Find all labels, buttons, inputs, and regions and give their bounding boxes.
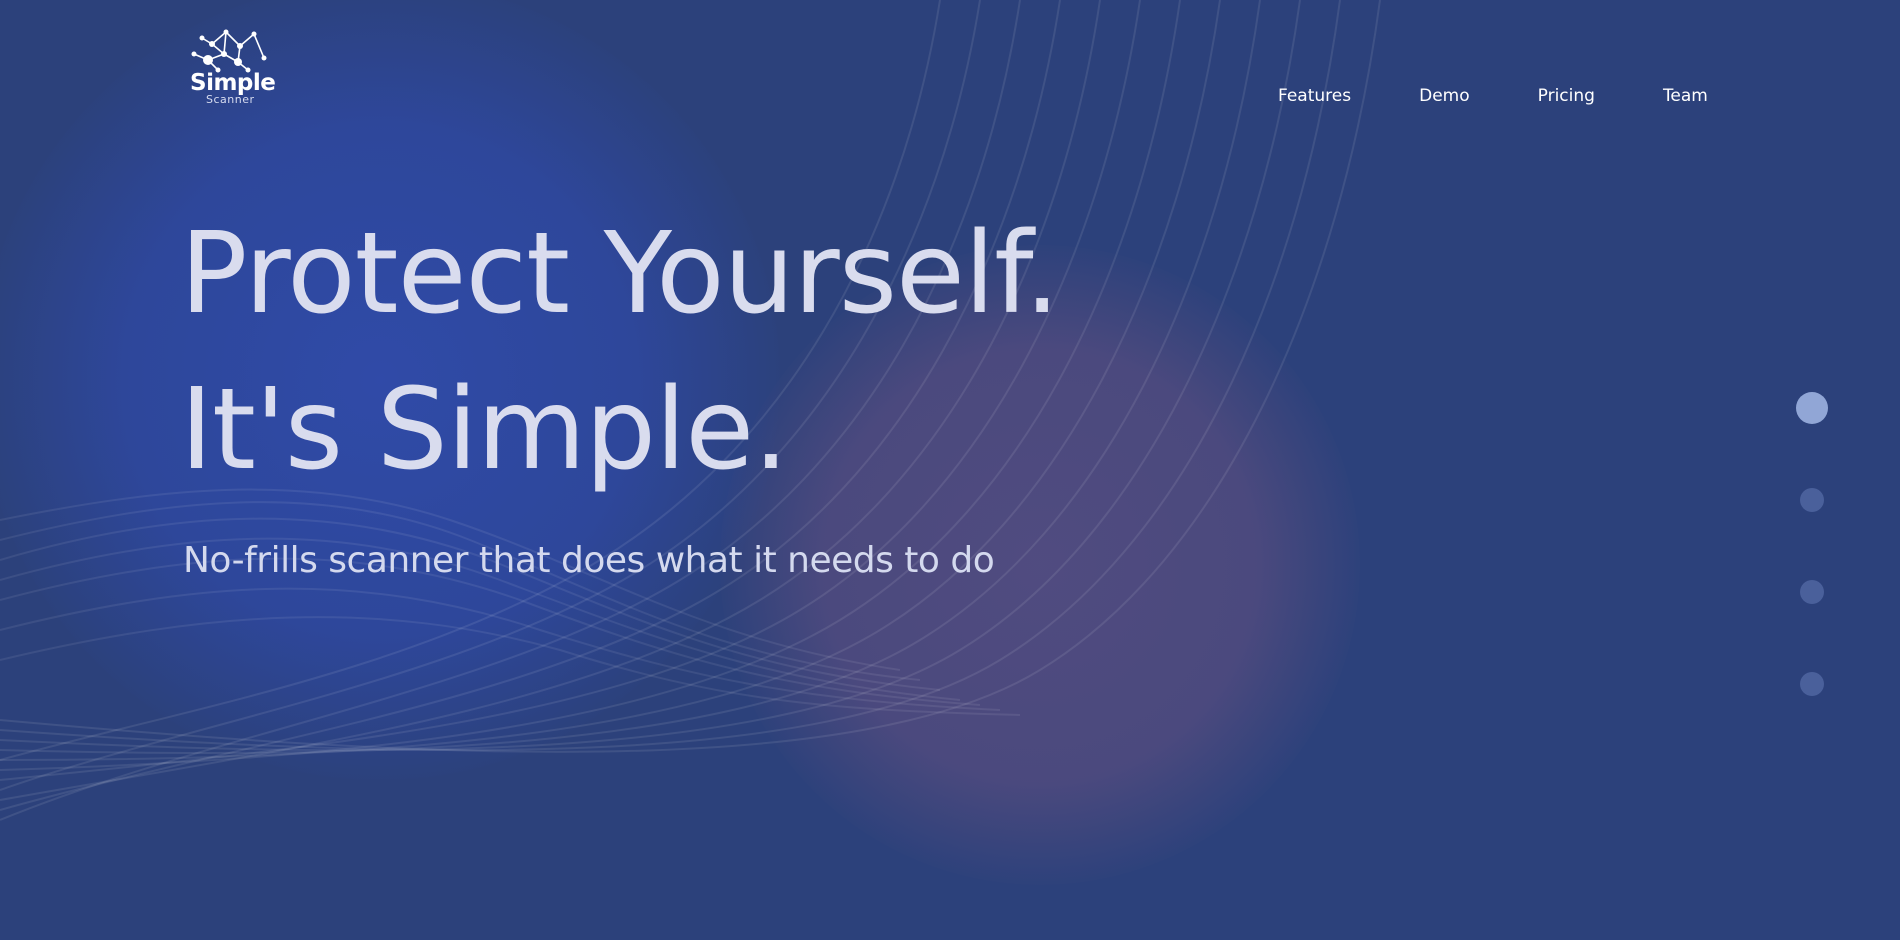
- brand-logo[interactable]: Simple Scanner: [184, 26, 280, 110]
- section-dot-4[interactable]: [1800, 672, 1824, 696]
- nav-link-pricing[interactable]: Pricing: [1538, 86, 1595, 106]
- section-dot-3[interactable]: [1800, 580, 1824, 604]
- hero-subtitle: No-frills scanner that does what it need…: [183, 540, 995, 581]
- nav-link-team[interactable]: Team: [1663, 86, 1708, 106]
- section-dot-1[interactable]: [1796, 392, 1828, 424]
- section-dot-2[interactable]: [1800, 488, 1824, 512]
- nav-link-features[interactable]: Features: [1278, 86, 1351, 106]
- hero-headline-line-1: Protect Yourself.: [180, 209, 1060, 339]
- main-nav: Features Demo Pricing Team: [1278, 86, 1708, 106]
- hero-headline: Protect Yourself. It's Simple.: [180, 196, 1060, 508]
- brand-tagline: Scanner: [206, 93, 255, 106]
- hero-headline-line-2: It's Simple.: [180, 365, 789, 495]
- nav-link-demo[interactable]: Demo: [1419, 86, 1470, 106]
- network-graph-icon: [191, 29, 267, 73]
